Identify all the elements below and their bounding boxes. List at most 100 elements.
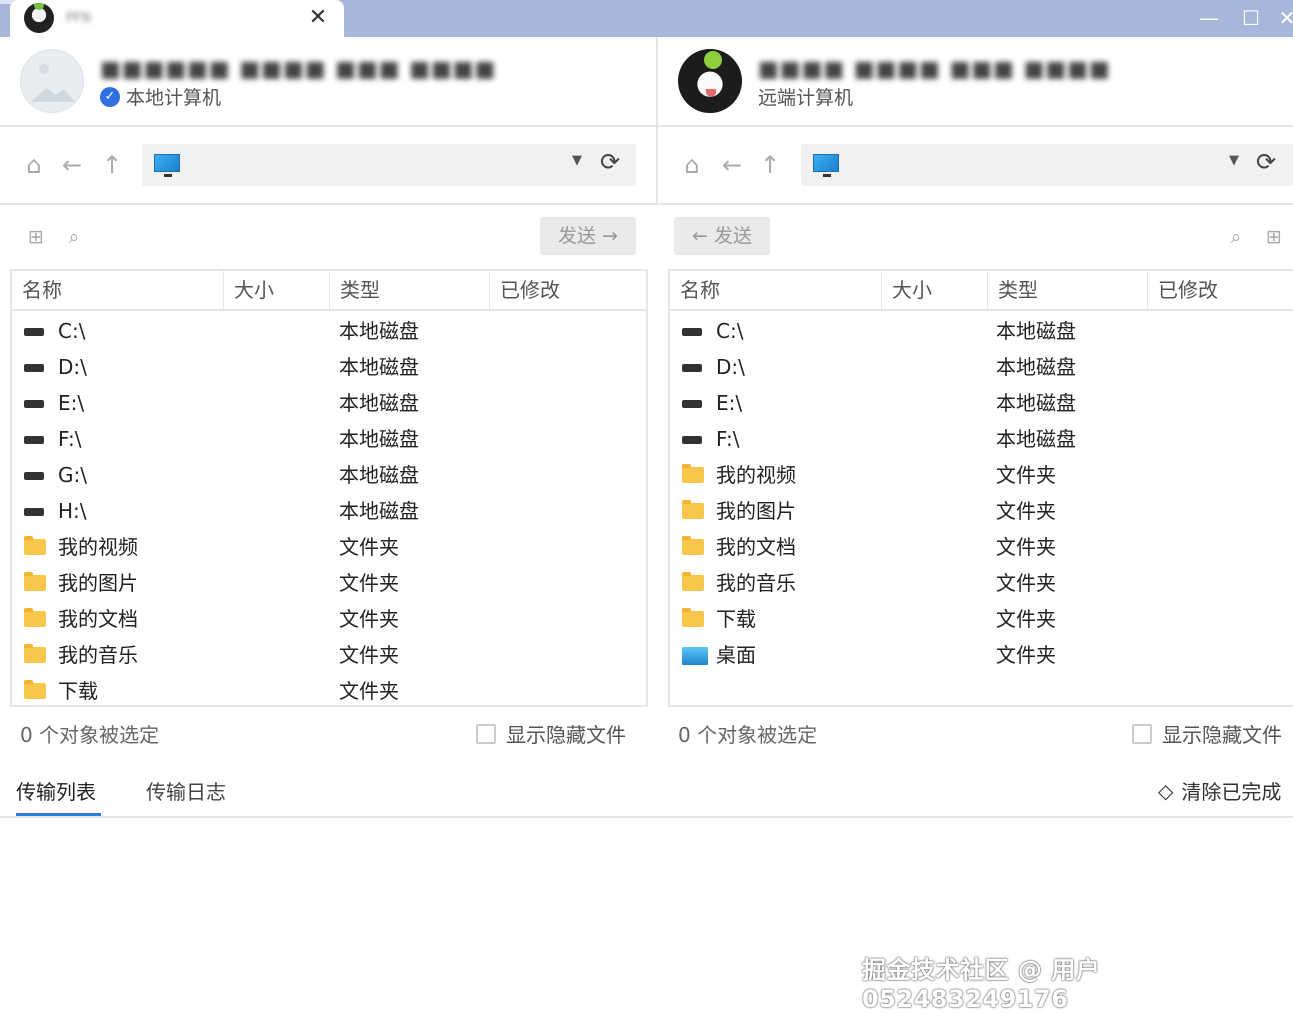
table-row[interactable]: C:\ 本地磁盘 [670,313,1293,349]
chevron-down-icon[interactable]: ▼ [1229,153,1239,168]
local-file-table: 名称 大小 类型 已修改 C:\ 本地磁盘 D:\ 本地磁盘 E:\ 本地磁盘 F:\ 本地磁… [10,269,648,707]
table-header: 名称 大小 类型 已修改 [12,271,646,311]
send-label: 发送 [713,225,752,247]
table-row[interactable]: 桌面 文件夹 [670,637,1293,673]
home-icon[interactable]: ⌂ [18,149,50,181]
folder-icon [24,608,46,627]
drive-icon [682,436,702,444]
table-row[interactable]: 我的音乐 文件夹 [12,637,646,673]
table-row[interactable]: 我的图片 文件夹 [12,565,646,601]
show-hidden-label: 显示隐藏文件 [506,723,626,747]
row-name: 我的图片 [58,571,138,595]
clear-completed-label: 清除已完成 [1181,780,1282,804]
search-icon[interactable]: ⌕ [62,225,86,249]
send-to-remote-button[interactable]: 发送 → [540,217,636,255]
search-icon[interactable]: ⌕ [1224,225,1248,249]
table-row[interactable]: E:\ 本地磁盘 [12,385,646,421]
table-row[interactable]: 我的视频 文件夹 [12,529,646,565]
drive-icon [24,364,44,372]
folder-icon [24,644,46,663]
table-row[interactable]: 我的图片 文件夹 [670,493,1293,529]
table-row[interactable]: 我的文档 文件夹 [12,601,646,637]
table-row[interactable]: 我的音乐 文件夹 [670,565,1293,601]
table-row[interactable]: H:\ 本地磁盘 [12,493,646,529]
table-header: 名称 大小 类型 已修改 [670,271,1293,311]
remote-pane: ■■■■ ■■■■ ■■■ ■■■■ 远端计算机 ⌂ ← ↑ ▼ ⟳ ← 发送 … [658,37,1293,817]
computer-icon [813,154,839,177]
table-row[interactable]: G:\ 本地磁盘 [12,457,646,493]
column-header-name[interactable]: 名称 [670,271,882,309]
table-row[interactable]: 我的文档 文件夹 [670,529,1293,565]
close-window-button[interactable]: ✕ [1272,3,1293,33]
column-header-type[interactable]: 类型 [330,271,490,309]
session-tab[interactable]: PFN ✕ [10,0,344,37]
remote-rows: C:\ 本地磁盘 D:\ 本地磁盘 E:\ 本地磁盘 F:\ 本地磁盘 我的视频 文件夹 我的图片文… [670,313,1293,673]
remote-show-hidden-toggle[interactable]: 显示隐藏文件 [1132,719,1282,748]
local-label-row: ✓ 本地计算机 [100,83,221,110]
column-header-modified[interactable]: 已修改 [490,271,646,309]
minimize-button[interactable]: — [1194,3,1224,33]
tab-close-icon[interactable]: ✕ [304,4,332,32]
send-to-local-button[interactable]: ← 发送 [674,217,770,255]
table-row[interactable]: 下载 文件夹 [670,601,1293,637]
drive-icon [24,436,44,444]
send-label: 发送 [558,225,597,247]
checkbox[interactable] [476,723,496,744]
tab-avatar [24,3,54,33]
table-row[interactable]: D:\ 本地磁盘 [12,349,646,385]
row-type: 本地磁盘 [996,319,1076,343]
table-row[interactable]: E:\ 本地磁盘 [670,385,1293,421]
watermark: 掘金技术社区 @ 用户052483249176 [862,956,1101,1013]
row-type: 文件夹 [339,607,399,631]
table-row[interactable]: F:\ 本地磁盘 [12,421,646,457]
local-avatar [20,49,84,113]
column-header-name[interactable]: 名称 [12,271,224,309]
row-type: 本地磁盘 [339,427,419,451]
remote-navbar: ⌂ ← ↑ ▼ ⟳ [658,127,1293,205]
computer-icon [154,154,180,177]
home-icon[interactable]: ⌂ [676,149,708,181]
tab-title: PFN [66,11,92,26]
table-row[interactable]: C:\ 本地磁盘 [12,313,646,349]
row-type: 本地磁盘 [339,499,419,523]
row-name: 下载 [58,679,98,703]
up-arrow-icon[interactable]: ↑ [754,149,786,181]
refresh-icon[interactable]: ⟳ [600,148,620,176]
remote-label: 远端计算机 [758,87,854,109]
local-show-hidden-toggle[interactable]: 显示隐藏文件 [476,719,626,748]
tab-transfer-log[interactable]: 传输日志 [146,776,226,805]
row-name: 我的音乐 [716,571,796,595]
desktop-icon [682,647,708,665]
remote-path-combobox[interactable]: ▼ ⟳ [801,144,1293,186]
folder-icon [682,608,704,627]
folder-icon [682,500,704,519]
local-navbar: ⌂ ← ↑ ▼ ⟳ [0,127,656,205]
column-header-modified[interactable]: 已修改 [1148,271,1293,309]
table-row[interactable]: 下载 文件夹 [12,673,646,705]
column-header-size[interactable]: 大小 [224,271,330,309]
eraser-icon: ◇ [1158,778,1174,803]
column-header-size[interactable]: 大小 [882,271,988,309]
up-arrow-icon[interactable]: ↑ [96,149,128,181]
remote-file-table: 名称 大小 类型 已修改 C:\ 本地磁盘 D:\ 本地磁盘 E:\ 本地磁盘 F:\ 本地磁… [668,269,1293,707]
table-row[interactable]: 我的视频 文件夹 [670,457,1293,493]
refresh-icon[interactable]: ⟳ [1256,148,1276,176]
row-name: 我的音乐 [58,643,138,667]
table-row[interactable]: F:\ 本地磁盘 [670,421,1293,457]
row-name: H:\ [58,499,87,523]
back-arrow-icon[interactable]: ← [716,149,748,181]
clear-completed-button[interactable]: ◇ 清除已完成 [1158,776,1281,805]
column-header-type[interactable]: 类型 [988,271,1148,309]
maximize-button[interactable]: ☐ [1236,3,1266,33]
row-name: G:\ [58,463,87,487]
row-type: 本地磁盘 [996,427,1076,451]
back-arrow-icon[interactable]: ← [56,149,88,181]
new-folder-icon[interactable]: ⊞ [24,225,48,249]
local-path-combobox[interactable]: ▼ ⟳ [142,144,636,186]
row-type: 文件夹 [996,463,1056,487]
new-folder-icon[interactable]: ⊞ [1262,225,1286,249]
chevron-down-icon[interactable]: ▼ [572,153,582,168]
table-row[interactable]: D:\ 本地磁盘 [670,349,1293,385]
checkbox[interactable] [1132,723,1152,744]
tab-transfer-list[interactable]: 传输列表 [16,776,96,805]
